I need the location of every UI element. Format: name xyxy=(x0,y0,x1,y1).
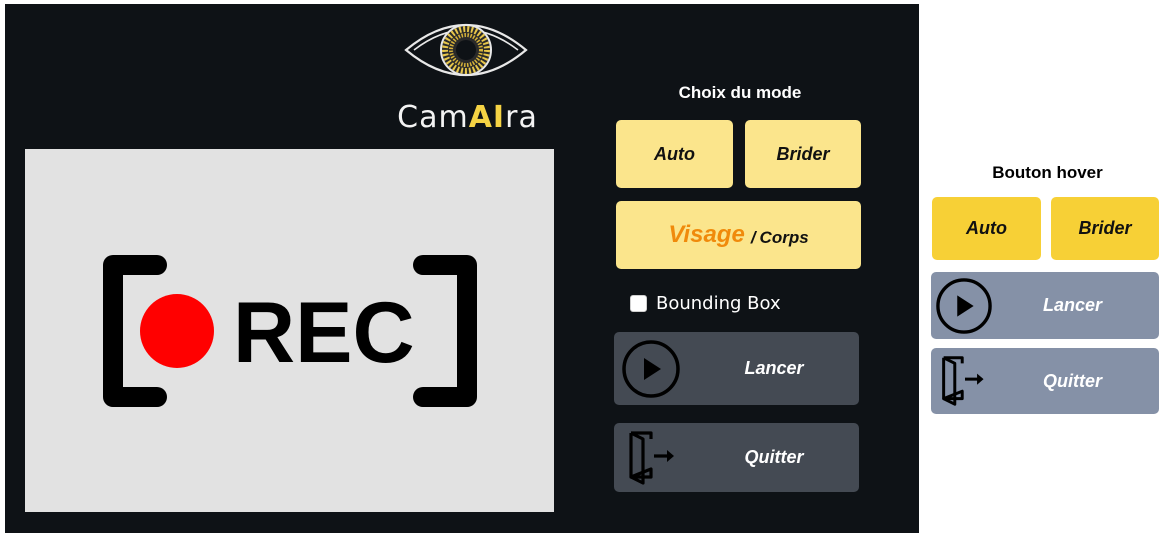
auto-button-hover[interactable]: Auto xyxy=(932,197,1041,260)
brider-button[interactable]: Brider xyxy=(745,120,861,188)
eye-logo-icon xyxy=(404,24,528,76)
visage-corps-toggle[interactable]: Visage / Corps xyxy=(616,201,861,269)
launch-label-hover: Lancer xyxy=(1042,295,1103,315)
launch-label: Lancer xyxy=(744,358,804,378)
rec-text: REC xyxy=(233,285,415,381)
brand-suffix: ra xyxy=(505,100,538,135)
exit-door-icon xyxy=(629,431,674,485)
play-circle-icon xyxy=(622,340,680,398)
mode-title: Choix du mode xyxy=(678,83,802,102)
brider-button-hover[interactable]: Brider xyxy=(1051,197,1159,260)
hover-demo-title: Bouton hover xyxy=(992,163,1103,182)
rec-dot xyxy=(140,294,214,368)
corps-option[interactable]: Corps xyxy=(760,228,809,248)
quit-button-hover[interactable]: Quitter xyxy=(931,348,1159,414)
camera-preview: REC xyxy=(25,149,554,512)
bounding-box-checkbox-row[interactable]: Bounding Box xyxy=(630,293,781,314)
visage-option[interactable]: Visage xyxy=(668,221,745,249)
auto-button[interactable]: Auto xyxy=(616,120,733,188)
play-circle-icon xyxy=(936,278,992,334)
brand-prefix: Cam xyxy=(397,100,469,135)
quit-label-hover: Quitter xyxy=(1042,370,1102,391)
launch-button-hover[interactable]: Lancer xyxy=(931,272,1159,339)
launch-button[interactable]: Lancer xyxy=(614,332,859,405)
brand-ai: AI xyxy=(468,100,506,135)
quit-label: Quitter xyxy=(744,447,804,467)
quit-button[interactable]: Quitter xyxy=(614,423,859,492)
separator-slash: / xyxy=(750,227,756,247)
brand-title: CamAIra xyxy=(385,100,550,135)
exit-door-icon xyxy=(942,356,984,406)
bounding-box-label: Bounding Box xyxy=(656,293,781,314)
rec-icon: REC xyxy=(103,255,477,407)
bounding-box-checkbox[interactable] xyxy=(630,295,647,312)
app-window: CamAIra REC Choix du mode Auto Brider Vi… xyxy=(5,4,919,533)
